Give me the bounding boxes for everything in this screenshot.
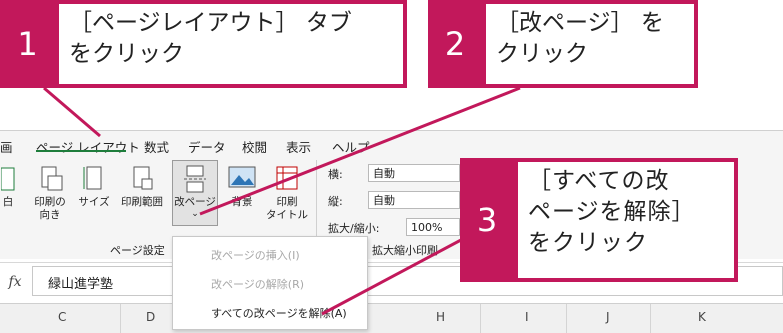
callout-3-line-2: ページを解除］: [528, 199, 696, 225]
callout-2-box: ［改ページ］ を クリック: [482, 0, 698, 88]
callout-1-line: [43, 86, 101, 138]
callout-3-line-3: をクリック: [528, 230, 648, 256]
callout-1-box: ［ページレイアウト］ タブ をクリック: [55, 0, 407, 88]
callout-1-line-2: をクリック: [69, 41, 184, 67]
callout-3-box: ［すべての改 ページを解除］ をクリック: [514, 158, 738, 282]
callout-2-number: 2: [428, 0, 482, 88]
callout-2-line-1: ［改ページ］ を: [496, 10, 664, 36]
callout-3-line-1: ［すべての改: [528, 168, 670, 194]
callout-3-number: 3: [460, 158, 514, 282]
callout-1-line-1: ［ページレイアウト］ タブ: [69, 10, 352, 36]
callout-2-line-2: クリック: [496, 41, 588, 67]
callout-1-number: 1: [0, 0, 55, 88]
callout-3-line: [321, 230, 477, 316]
